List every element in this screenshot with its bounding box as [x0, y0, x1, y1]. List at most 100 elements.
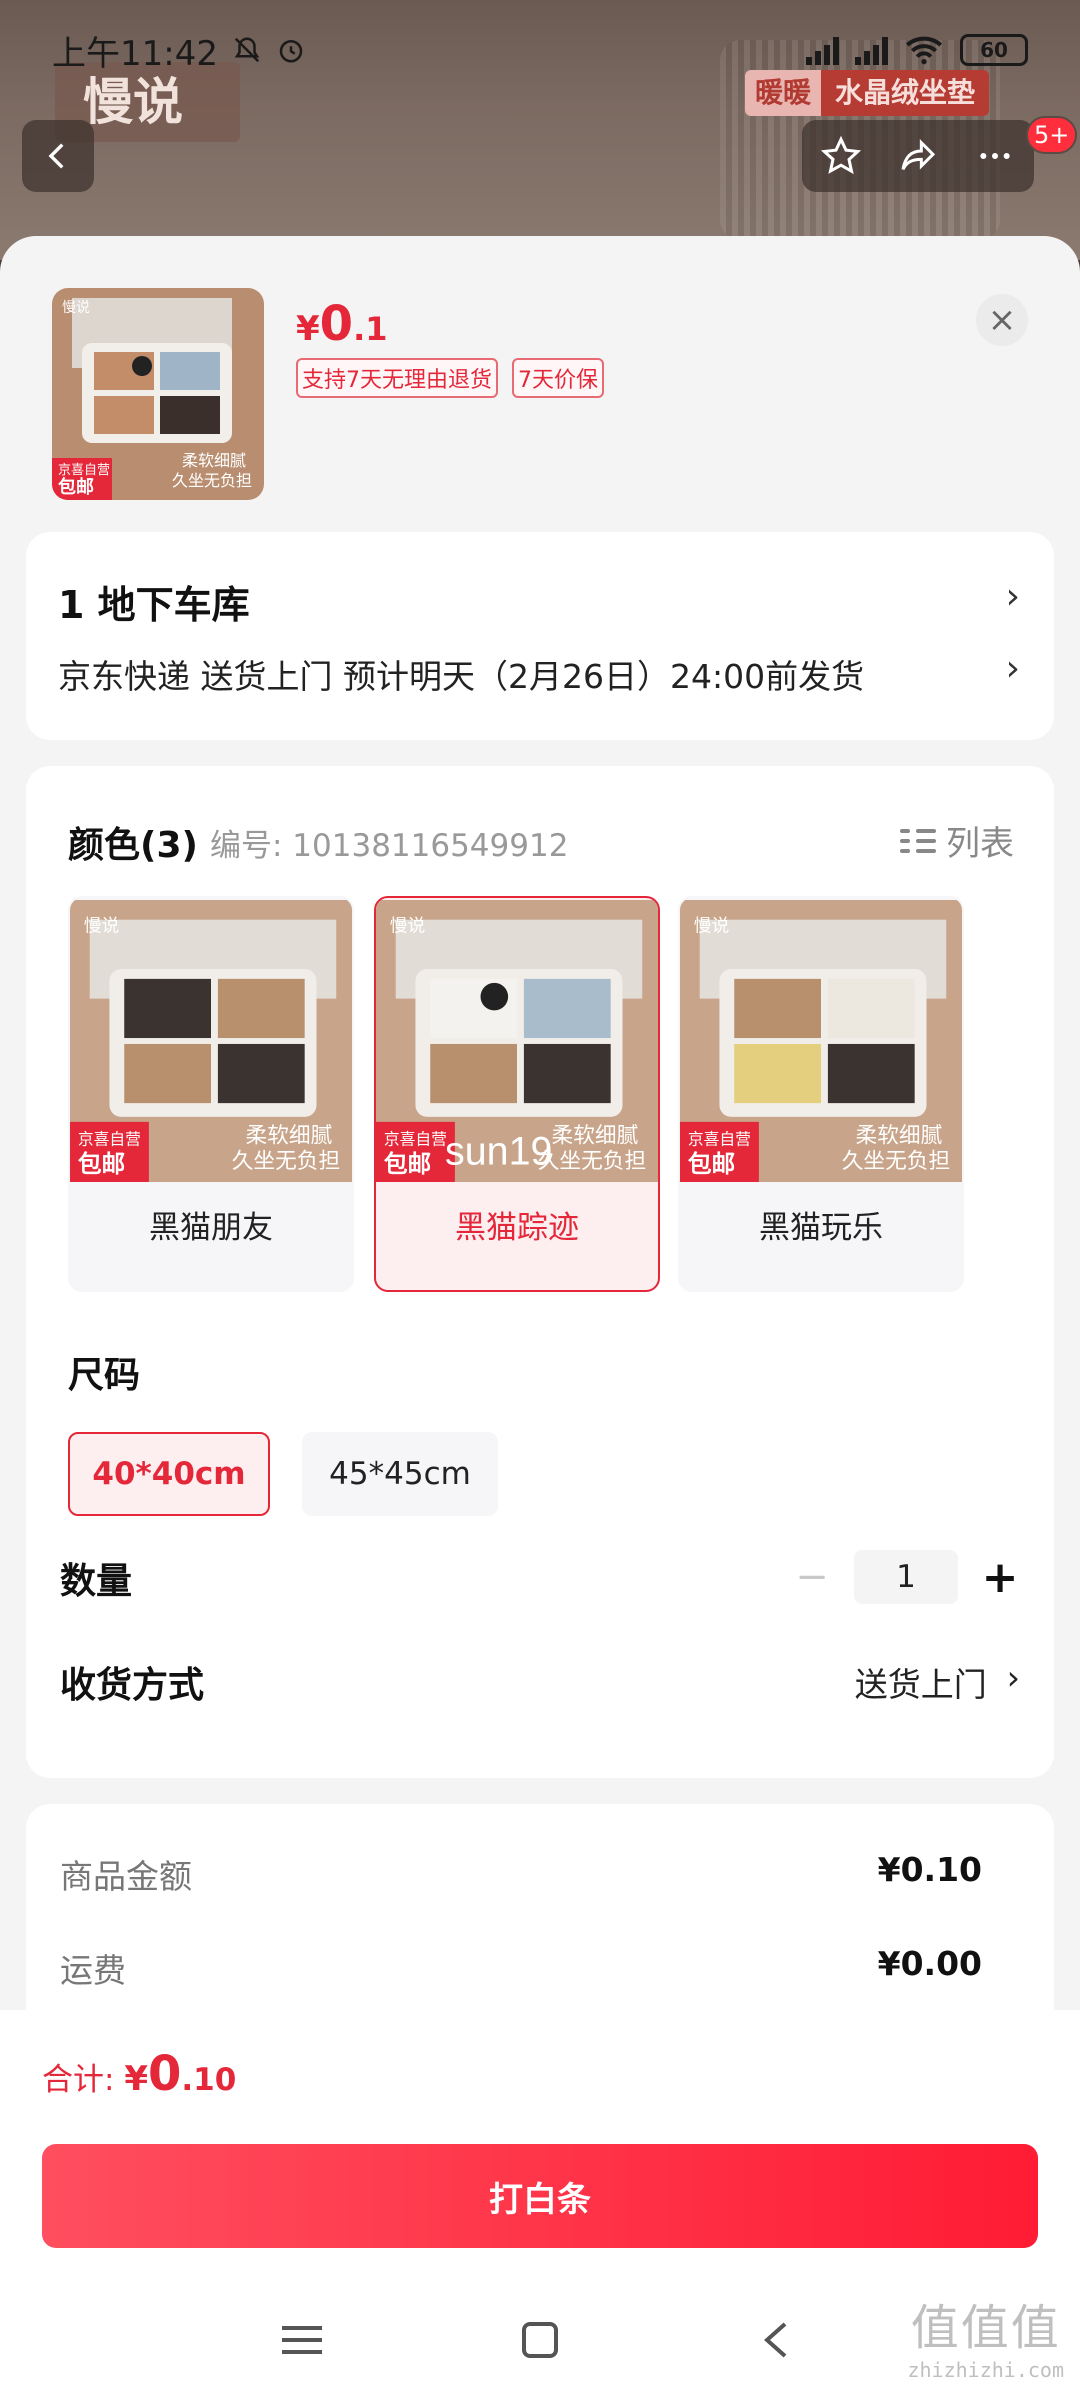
- color-option-image: 京喜自营 包邮 柔软细腻 久坐无负担 慢说: [70, 900, 352, 1182]
- signal-hd-icon: [855, 35, 888, 65]
- option-badge-top: 京喜自营: [384, 1131, 447, 1149]
- system-navigation-bar: 值值值 zhizhizhi.com: [0, 2280, 1080, 2400]
- fee-label: 运费: [60, 1951, 126, 1990]
- bell-off-icon: [234, 37, 260, 63]
- size-title: 尺码: [68, 1355, 141, 1396]
- color-option-3[interactable]: 京喜自营 包邮 柔软细腻 久坐无负担 慢说 黑猫玩乐: [678, 896, 964, 1292]
- color-option-2[interactable]: 京喜自营 包邮 柔软细腻 久坐无负担 慢说 sun19 黑猫踪迹: [374, 896, 660, 1292]
- total-integer: 0: [147, 2046, 182, 2102]
- option-badge-top: 京喜自营: [78, 1131, 141, 1149]
- list-view-toggle[interactable]: 列表: [900, 816, 1014, 865]
- product-thumbnail[interactable]: 京喜自营 包邮 柔软细腻 久坐无负担 慢说: [52, 288, 264, 500]
- option-badge-bottom: 包邮: [384, 1150, 431, 1178]
- notification-badge: 5+: [1026, 116, 1078, 154]
- fee-row-goods: 商品金额 ¥0.10: [60, 1850, 982, 1898]
- pay-with-baitiao-button[interactable]: 打白条: [42, 2144, 1038, 2248]
- quantity-stepper: − 1 +: [792, 1550, 1020, 1604]
- thumb-logo: 慢说: [62, 299, 90, 315]
- signal-icon: [806, 35, 839, 65]
- price-symbol: ¥: [296, 309, 320, 349]
- product-price: ¥0.1: [296, 296, 388, 352]
- size-option-40[interactable]: 40*40cm: [68, 1432, 270, 1516]
- size-option-45[interactable]: 45*45cm: [302, 1432, 498, 1516]
- total-decimal: .10: [181, 2062, 237, 2098]
- option-slogan-2: 久坐无负担: [842, 1148, 950, 1173]
- option-slogan-2: 久坐无负担: [232, 1148, 340, 1173]
- fee-value: ¥0.00: [877, 1944, 982, 1983]
- list-icon: [900, 823, 936, 859]
- total-label: 合计:: [42, 2062, 125, 2098]
- option-logo: 慢说: [84, 916, 119, 936]
- sku-number: 编号: 10138116549912: [210, 828, 569, 864]
- shipping-method-selector[interactable]: 送货上门 ›: [855, 1658, 1020, 1706]
- alarm-icon: [279, 40, 303, 63]
- thumb-slogan-2: 久坐无负担: [172, 472, 252, 490]
- quantity-value[interactable]: 1: [854, 1550, 958, 1604]
- price-decimal: .1: [353, 310, 388, 348]
- color-option-image: 京喜自营 包邮 柔软细腻 久坐无负担 慢说: [680, 900, 962, 1182]
- color-option-image: 京喜自营 包邮 柔软细腻 久坐无负担 慢说 sun19: [376, 900, 658, 1182]
- quantity-decrease-button[interactable]: −: [792, 1554, 832, 1600]
- product-header: 京喜自营 包邮 柔软细腻 久坐无负担 慢说 ¥0.1 支持7天无理由退货 7天价…: [0, 236, 1080, 536]
- close-button[interactable]: ×: [976, 294, 1028, 346]
- list-toggle-label: 列表: [946, 824, 1014, 864]
- quantity-increase-button[interactable]: +: [980, 1552, 1020, 1603]
- chevron-right-icon: ›: [1005, 576, 1020, 617]
- top-action-group: [802, 120, 1034, 192]
- spec-card: 颜色(3) 编号: 10138116549912 列表 京喜自营 包邮 柔软细腻…: [26, 766, 1054, 1778]
- home-nav-button[interactable]: [510, 2310, 570, 2370]
- address-card[interactable]: 1 地下车库 › 京东快递 送货上门 预计明天（2月26日）24:00前发货 ›: [26, 532, 1054, 740]
- watermark-logo: 值值值: [910, 2300, 1061, 2356]
- overlay-watermark-text: sun19: [445, 1129, 552, 1173]
- option-slogan-1: 柔软细腻: [552, 1123, 639, 1148]
- total-symbol: ¥: [124, 2059, 148, 2099]
- service-tag-return: 支持7天无理由退货: [296, 358, 498, 398]
- wifi-icon: [906, 36, 942, 65]
- option-slogan-2: 久坐无负担: [538, 1148, 646, 1173]
- total-amount: 合计: ¥0.10: [42, 2046, 236, 2102]
- service-tag-price-protect: 7天价保: [512, 358, 604, 398]
- color-option-label: 黑猫朋友: [149, 1210, 273, 1246]
- option-badge-top: 京喜自营: [688, 1131, 751, 1149]
- quantity-label: 数量: [60, 1561, 133, 1602]
- battery-icon: 60: [960, 34, 1028, 66]
- back-button[interactable]: [22, 120, 94, 192]
- more-icon[interactable]: [975, 136, 1015, 176]
- back-triangle-icon: [763, 2322, 787, 2358]
- menu-nav-button[interactable]: [272, 2310, 332, 2370]
- option-logo: 慢说: [694, 916, 729, 936]
- delivery-estimate: 京东快递 送货上门 预计明天（2月26日）24:00前发货: [58, 657, 865, 696]
- site-watermark: 值值值 zhizhizhi.com: [907, 2288, 1064, 2382]
- chevron-left-icon: [48, 143, 64, 169]
- thumb-badge-top: 京喜自营: [58, 462, 110, 477]
- price-integer: 0: [319, 296, 354, 352]
- home-square-icon: [522, 2322, 558, 2358]
- chevron-right-icon: ›: [1006, 1658, 1020, 1697]
- address-location: 1 地下车库: [58, 583, 250, 627]
- fee-value: ¥0.10: [877, 1850, 982, 1889]
- back-nav-button[interactable]: [746, 2310, 806, 2370]
- chevron-right-icon: ›: [1005, 648, 1020, 689]
- watermark-url: zhizhizhi.com: [907, 2358, 1064, 2382]
- thumb-slogan-1: 柔软细腻: [182, 452, 246, 470]
- menu-icon: [282, 2326, 322, 2354]
- share-icon[interactable]: [898, 136, 938, 176]
- star-icon[interactable]: [820, 136, 861, 176]
- option-badge-bottom: 包邮: [688, 1150, 735, 1178]
- status-bar: 上午11:42 60: [0, 0, 1080, 100]
- fee-label: 商品金额: [60, 1857, 192, 1896]
- color-title: 颜色(3): [68, 825, 198, 866]
- color-option-1[interactable]: 京喜自营 包邮 柔软细腻 久坐无负担 慢说 黑猫朋友: [68, 896, 354, 1292]
- option-slogan-1: 柔软细腻: [856, 1123, 943, 1148]
- option-slogan-1: 柔软细腻: [246, 1123, 333, 1148]
- thumb-badge-bottom: 包邮: [58, 476, 94, 497]
- status-time: 上午11:42: [52, 33, 218, 74]
- color-option-label: 黑猫玩乐: [759, 1210, 883, 1246]
- option-logo: 慢说: [390, 916, 425, 936]
- cushion-image: 京喜自营 包邮 柔软细腻 久坐无负担 慢说: [52, 288, 264, 500]
- shipping-method-label: 收货方式: [60, 1665, 205, 1706]
- option-badge-bottom: 包邮: [78, 1150, 125, 1178]
- fee-row-shipping: 运费 ¥0.00: [60, 1944, 982, 1992]
- sku-selector-sheet: 京喜自营 包邮 柔软细腻 久坐无负担 慢说 ¥0.1 支持7天无理由退货 7天价…: [0, 236, 1080, 2400]
- shipping-method-value: 送货上门: [854, 1665, 987, 1704]
